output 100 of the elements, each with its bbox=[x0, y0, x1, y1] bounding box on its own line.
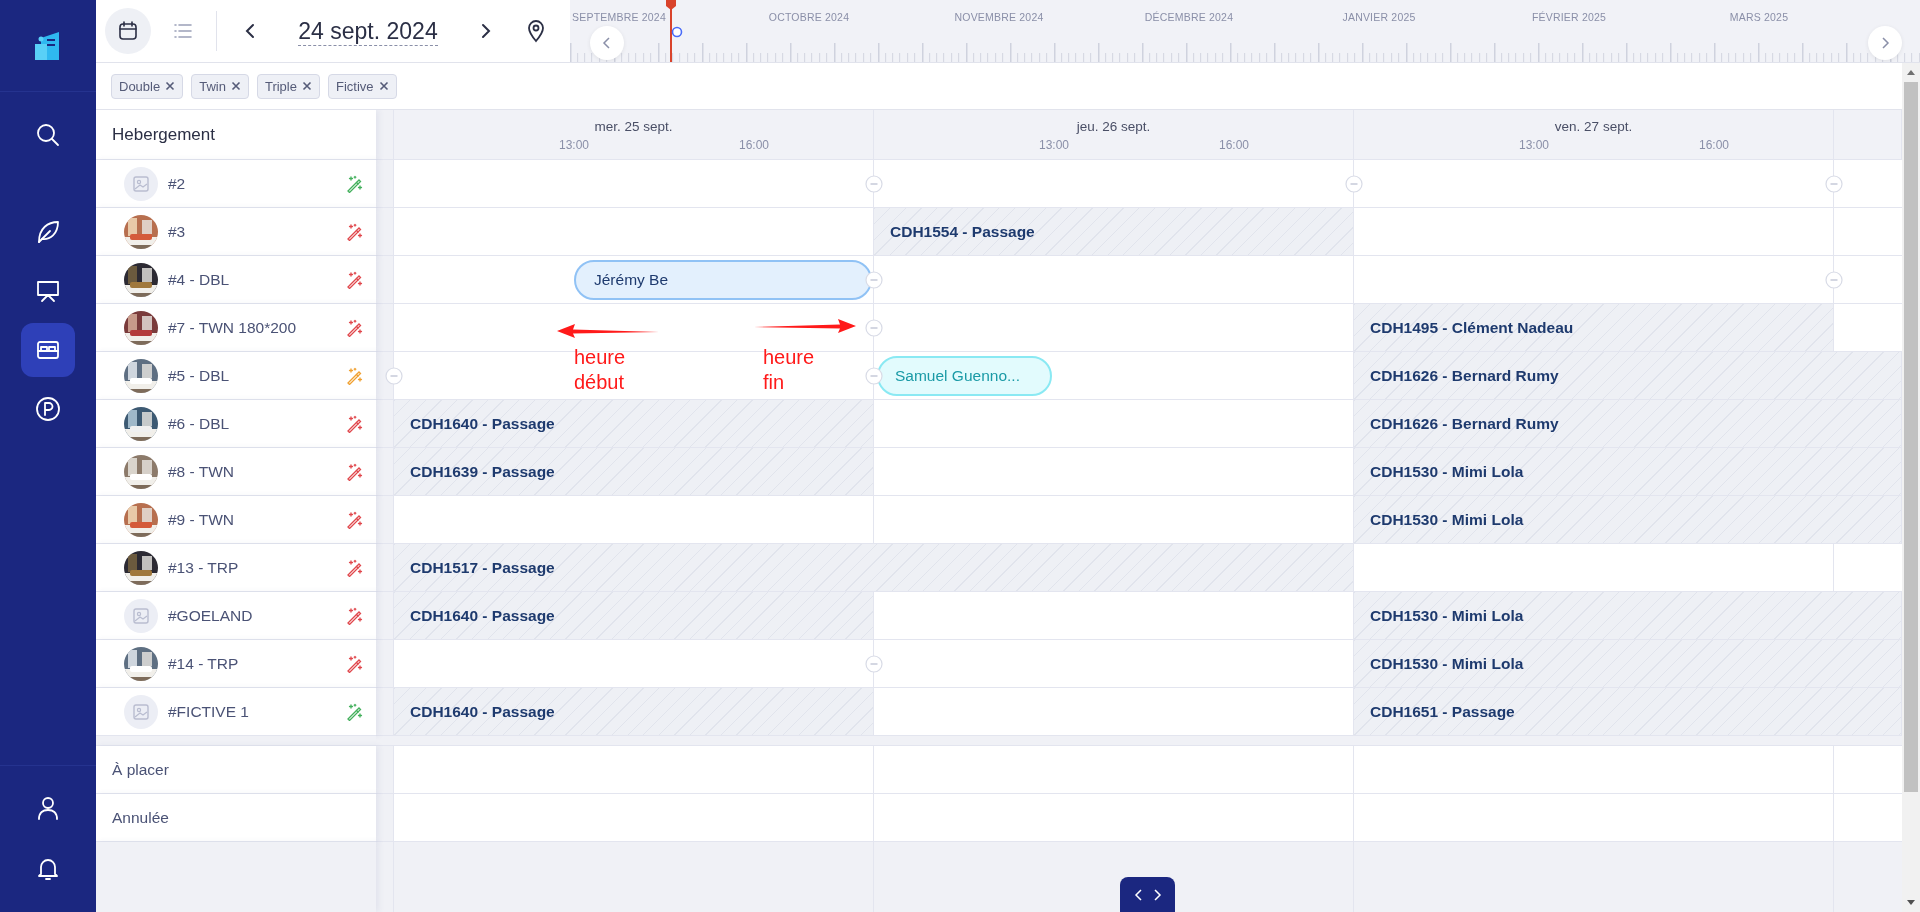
row-gutter bbox=[376, 544, 394, 591]
resource-cell[interactable]: #13 - TRP bbox=[96, 544, 376, 592]
resource-cell[interactable]: #3 bbox=[96, 208, 376, 256]
magic-wand-icon[interactable] bbox=[345, 222, 363, 241]
row-gutter bbox=[376, 688, 394, 735]
room-name: #3 bbox=[168, 222, 187, 241]
booking-lane[interactable]: CDH1530 - Mimi Lola bbox=[376, 496, 1902, 544]
scrollbar-thumb[interactable] bbox=[1904, 82, 1918, 792]
room-name: #5 - DBL bbox=[168, 366, 231, 385]
calendar-view-button[interactable] bbox=[105, 8, 151, 54]
room-name: #14 - TRP bbox=[168, 654, 240, 673]
scroll-down-icon[interactable] bbox=[1906, 899, 1916, 907]
booking-bar[interactable]: CDH1651 - Passage bbox=[1354, 688, 1902, 735]
bed-nav-button[interactable] bbox=[21, 323, 75, 377]
filter-chip[interactable]: Double bbox=[111, 73, 184, 99]
booking-pill[interactable]: Jérémy Be bbox=[574, 260, 872, 300]
booking-bar[interactable]: CDH1640 - Passage bbox=[394, 688, 874, 735]
room-name: #8 - TWN bbox=[168, 462, 236, 481]
resource-cell[interactable]: #9 - TWN bbox=[96, 496, 376, 544]
close-icon[interactable] bbox=[165, 81, 176, 91]
group-cell[interactable]: À placer bbox=[96, 746, 376, 794]
scroll-days-button[interactable] bbox=[1120, 877, 1175, 912]
calendar-icon bbox=[117, 20, 139, 42]
scroll-up-icon[interactable] bbox=[1906, 68, 1916, 76]
booking-lane[interactable]: CDH1640 - Passage CDH1530 - Mimi Lola bbox=[376, 592, 1902, 640]
resource-cell[interactable]: #FICTIVE 1 bbox=[96, 688, 376, 736]
row-gutter bbox=[376, 640, 394, 687]
image-placeholder-icon bbox=[132, 174, 150, 193]
filter-chip[interactable]: Triple bbox=[256, 73, 320, 99]
magic-wand-icon[interactable] bbox=[345, 510, 363, 529]
booking-lane[interactable]: CDH1517 - Passage bbox=[376, 544, 1902, 592]
close-icon[interactable] bbox=[230, 81, 241, 91]
booking-bar[interactable]: CDH1530 - Mimi Lola bbox=[1354, 592, 1902, 639]
filter-chip[interactable]: Fictive bbox=[327, 73, 397, 99]
time-label: 16:00 bbox=[1698, 138, 1730, 152]
month-label: OCTOBRE 2024 bbox=[767, 11, 851, 25]
row-gutter bbox=[376, 400, 394, 447]
close-icon[interactable] bbox=[378, 81, 389, 91]
month-label: DÉCEMBRE 2024 bbox=[1143, 11, 1235, 25]
date-picker[interactable]: 24 sept. 2024 bbox=[298, 16, 438, 46]
day-label: ven. 27 sept. bbox=[1553, 119, 1634, 134]
resource-cell[interactable]: #14 - TRP bbox=[96, 640, 376, 688]
resource-cell[interactable]: #7 - TWN 180*200 bbox=[96, 304, 376, 352]
booking-lane[interactable]: CDH1530 - Mimi Lola bbox=[376, 640, 1902, 688]
magic-wand-icon[interactable] bbox=[345, 174, 363, 193]
room-name: #GOELAND bbox=[168, 606, 254, 625]
resource-cell[interactable]: #GOELAND bbox=[96, 592, 376, 640]
magic-wand-icon[interactable] bbox=[345, 702, 363, 721]
search-icon bbox=[34, 121, 62, 149]
parking-icon bbox=[34, 395, 62, 423]
magic-wand-icon[interactable] bbox=[345, 654, 363, 673]
booking-lane[interactable]: Jérémy Be bbox=[376, 256, 1902, 304]
resource-cell[interactable]: #2 bbox=[96, 160, 376, 208]
close-icon[interactable] bbox=[301, 81, 312, 91]
chevron-left-icon bbox=[1133, 887, 1144, 902]
booking-lane[interactable]: CDH1639 - Passage CDH1530 - Mimi Lola bbox=[376, 448, 1902, 496]
row-gutter bbox=[376, 746, 394, 793]
group-cell[interactable]: Annulée bbox=[96, 794, 376, 842]
month-label: MARS 2025 bbox=[1728, 11, 1790, 25]
room-name: #9 - TWN bbox=[168, 510, 236, 529]
resource-cell[interactable]: #5 - DBL bbox=[96, 352, 376, 400]
booking-lane[interactable]: CDH1640 - Passage CDH1626 - Bernard Rumy bbox=[376, 400, 1902, 448]
booking-bar[interactable]: CDH1626 - Bernard Rumy bbox=[1354, 352, 1902, 399]
room-name: #6 - DBL bbox=[168, 414, 231, 433]
magic-wand-icon[interactable] bbox=[345, 318, 363, 337]
current-date-marker[interactable] bbox=[664, 0, 678, 62]
booking-bar[interactable]: CDH1530 - Mimi Lola bbox=[1354, 496, 1902, 543]
range-handle[interactable] bbox=[671, 26, 683, 38]
booking-bar[interactable]: CDH1640 - Passage bbox=[394, 400, 874, 447]
magic-wand-icon[interactable] bbox=[345, 558, 363, 577]
resource-cell[interactable]: #8 - TWN bbox=[96, 448, 376, 496]
booking-bar[interactable]: CDH1495 - Clément Nadeau bbox=[1354, 304, 1834, 351]
room-name: #2 bbox=[168, 174, 187, 193]
magic-wand-icon[interactable] bbox=[345, 414, 363, 433]
resource-cell[interactable]: #6 - DBL bbox=[96, 400, 376, 448]
room-name: #4 - DBL bbox=[168, 270, 231, 289]
booking-bar[interactable]: CDH1517 - Passage bbox=[394, 544, 1354, 591]
row-gutter bbox=[376, 448, 394, 495]
magic-wand-icon[interactable] bbox=[345, 462, 363, 481]
booking-bar[interactable]: CDH1639 - Passage bbox=[394, 448, 874, 495]
booking-bar[interactable]: CDH1640 - Passage bbox=[394, 592, 874, 639]
magic-wand-icon[interactable] bbox=[345, 606, 363, 625]
chevron-right-icon bbox=[1151, 887, 1162, 902]
group-label: À placer bbox=[112, 760, 170, 779]
room-name: #7 - TWN 180*200 bbox=[168, 318, 298, 337]
filter-chip[interactable]: Twin bbox=[191, 73, 249, 99]
booking-bar[interactable]: CDH1530 - Mimi Lola bbox=[1354, 448, 1902, 495]
booking-bar[interactable]: CDH1530 - Mimi Lola bbox=[1354, 640, 1902, 687]
booking-bar[interactable]: CDH1626 - Bernard Rumy bbox=[1354, 400, 1902, 447]
month-label: SEPTEMBRE 2024 bbox=[571, 11, 667, 25]
scrollbar[interactable] bbox=[1902, 63, 1920, 912]
time-label: 13:00 bbox=[1038, 138, 1070, 152]
room-name: #FICTIVE 1 bbox=[168, 702, 250, 721]
column-heading: Hebergement bbox=[112, 124, 215, 145]
booking-lane[interactable]: CDH1554 - Passage bbox=[376, 208, 1902, 256]
booking-lane[interactable]: CDH1640 - Passage CDH1651 - Passage bbox=[376, 688, 1902, 736]
booking-bar[interactable]: CDH1554 - Passage bbox=[874, 208, 1354, 255]
magic-wand-icon[interactable] bbox=[345, 366, 363, 385]
magic-wand-icon[interactable] bbox=[345, 270, 363, 289]
resource-cell[interactable]: #4 - DBL bbox=[96, 256, 376, 304]
